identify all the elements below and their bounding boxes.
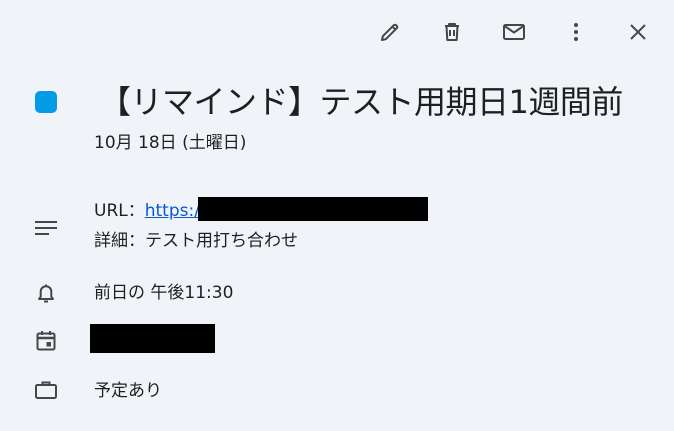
description-detail: 詳細：テスト用打ち合わせ bbox=[94, 231, 298, 251]
description-icon bbox=[33, 215, 59, 241]
description-url-line: URL：https:/ bbox=[94, 197, 428, 225]
redacted-url bbox=[197, 197, 428, 221]
event-toolbar bbox=[370, 12, 658, 52]
calendar-icon bbox=[33, 328, 59, 354]
reminder-text: 前日の 午後11:30 bbox=[94, 283, 234, 303]
edit-event-button[interactable] bbox=[370, 12, 410, 52]
pencil-icon bbox=[378, 20, 402, 44]
trash-icon bbox=[440, 20, 464, 44]
event-detail-card: 【リマインド】テスト用期日1週間前 10月 18日 (土曜日) URL：http… bbox=[0, 0, 674, 431]
bell-icon bbox=[33, 280, 59, 306]
email-guests-button[interactable] bbox=[494, 12, 534, 52]
event-color-chip bbox=[35, 91, 57, 113]
delete-event-button[interactable] bbox=[432, 12, 472, 52]
availability-text: 予定あり bbox=[94, 381, 162, 401]
url-link[interactable]: https:/ bbox=[145, 201, 200, 221]
more-vert-icon bbox=[564, 20, 588, 44]
close-button[interactable] bbox=[618, 12, 658, 52]
mail-icon bbox=[501, 20, 527, 44]
url-label: URL： bbox=[94, 201, 145, 221]
redacted-calendar-name bbox=[90, 324, 215, 353]
event-title: 【リマインド】テスト用期日1週間前 bbox=[99, 83, 623, 121]
more-options-button[interactable] bbox=[556, 12, 596, 52]
briefcase-icon bbox=[33, 377, 59, 403]
close-icon bbox=[626, 20, 650, 44]
event-date: 10月 18日 (土曜日) bbox=[94, 133, 247, 153]
